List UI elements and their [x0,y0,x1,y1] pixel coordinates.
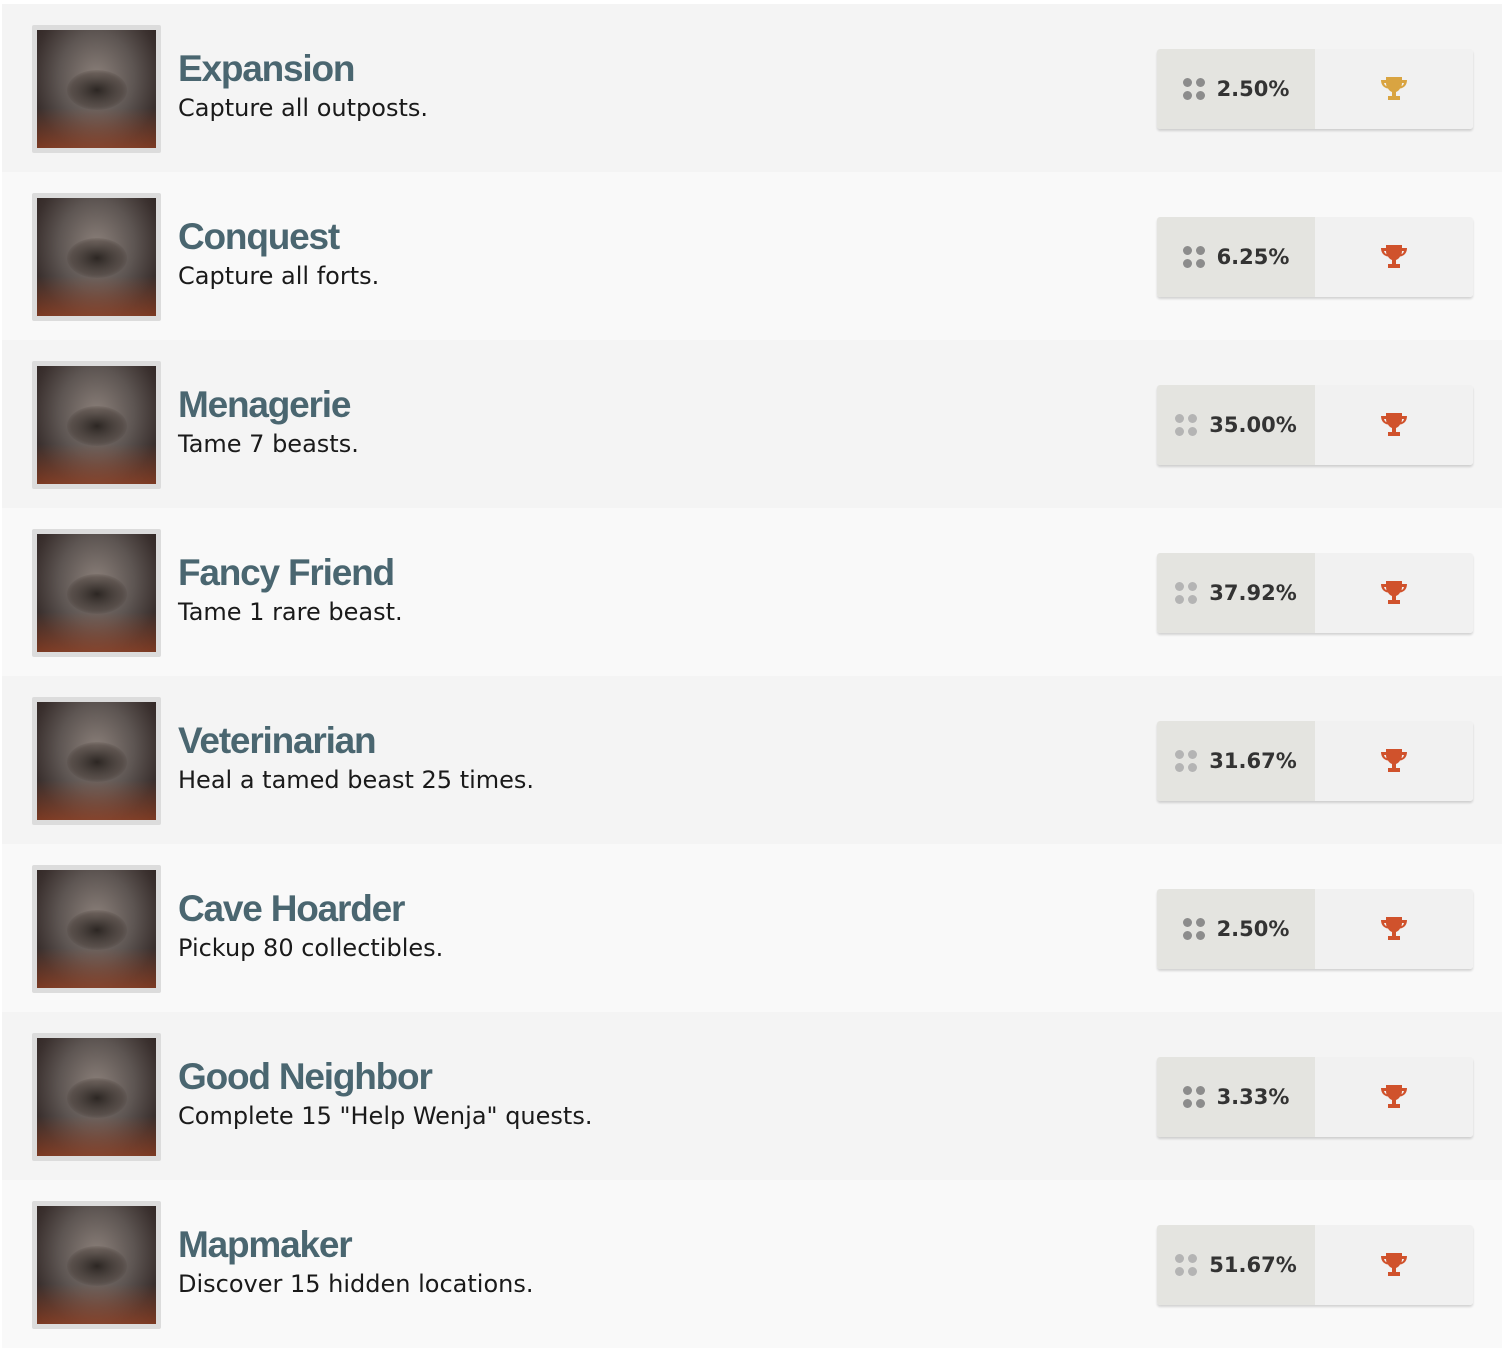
achievement-row[interactable]: Veterinarian Heal a tamed beast 25 times… [2,676,1502,844]
trophy-bronze-icon [1381,749,1407,772]
rarity-percent-box: 35.00% [1157,385,1315,465]
rarity-percent-box: 37.92% [1157,553,1315,633]
trophy-bronze-icon [1381,413,1407,436]
achievement-stat: 3.33% [1157,1057,1473,1137]
rarity-dots-icon [1175,750,1198,772]
achievement-row[interactable]: Fancy Friend Tame 1 rare beast. 37.92% [2,508,1502,676]
rarity-percent-box: 3.33% [1157,1057,1315,1137]
achievement-row[interactable]: Conquest Capture all forts. 6.25% [2,172,1502,340]
achievement-description: Discover 15 hidden locations. [178,1270,534,1298]
achievement-image [32,25,161,153]
achievement-title[interactable]: Mapmaker [178,1224,353,1266]
achievement-stat: 2.50% [1157,49,1473,129]
trophy-box [1315,889,1473,969]
rarity-percent-box: 51.67% [1157,1225,1315,1305]
trophy-box [1315,1225,1473,1305]
achievement-image [32,1033,161,1161]
rarity-percent: 3.33% [1216,1085,1290,1109]
achievement-image [32,193,161,321]
achievement-stat: 6.25% [1157,217,1473,297]
rarity-dots-icon [1182,78,1205,100]
achievement-image [32,865,161,993]
achievement-description: Tame 7 beasts. [178,430,359,458]
rarity-percent: 35.00% [1209,413,1297,437]
trophy-bronze-icon [1381,245,1407,268]
achievement-list: Expansion Capture all outposts. 2.50% Co… [0,4,1504,1348]
achievement-title[interactable]: Good Neighbor [178,1056,433,1098]
rarity-percent: 6.25% [1216,245,1290,269]
achievement-title[interactable]: Conquest [178,216,340,258]
rarity-percent: 2.50% [1216,917,1290,941]
trophy-gold-icon [1381,77,1407,100]
rarity-percent: 2.50% [1216,77,1290,101]
achievement-title[interactable]: Expansion [178,48,355,90]
rarity-percent: 37.92% [1209,581,1297,605]
achievement-row[interactable]: Mapmaker Discover 15 hidden locations. 5… [2,1180,1502,1348]
rarity-dots-icon [1175,414,1198,436]
achievement-title[interactable]: Veterinarian [178,720,377,762]
achievement-image [32,1201,161,1329]
rarity-dots-icon [1182,1086,1205,1108]
achievement-stat: 31.67% [1157,721,1473,801]
trophy-bronze-icon [1381,1085,1407,1108]
achievement-image [32,361,161,489]
achievement-row[interactable]: Expansion Capture all outposts. 2.50% [2,4,1502,172]
achievement-image [32,697,161,825]
rarity-percent-box: 6.25% [1157,217,1315,297]
achievement-row[interactable]: Cave Hoarder Pickup 80 collectibles. 2.5… [2,844,1502,1012]
achievement-description: Capture all outposts. [178,94,428,122]
achievement-row[interactable]: Good Neighbor Complete 15 "Help Wenja" q… [2,1012,1502,1180]
rarity-dots-icon [1182,918,1205,940]
achievement-description: Tame 1 rare beast. [178,598,403,626]
achievement-title[interactable]: Cave Hoarder [178,888,405,930]
trophy-box [1315,553,1473,633]
trophy-box [1315,49,1473,129]
achievement-description: Heal a tamed beast 25 times. [178,766,535,794]
achievement-title[interactable]: Menagerie [178,384,351,426]
rarity-percent-box: 31.67% [1157,721,1315,801]
achievement-image [32,529,161,657]
rarity-dots-icon [1182,246,1205,268]
trophy-box [1315,1057,1473,1137]
achievement-row[interactable]: Menagerie Tame 7 beasts. 35.00% [2,340,1502,508]
achievement-description: Capture all forts. [178,262,380,290]
trophy-box [1315,217,1473,297]
trophy-box [1315,385,1473,465]
trophy-bronze-icon [1381,581,1407,604]
rarity-dots-icon [1175,582,1198,604]
achievement-description: Complete 15 "Help Wenja" quests. [178,1102,593,1130]
trophy-bronze-icon [1381,1253,1407,1276]
rarity-percent: 51.67% [1209,1253,1297,1277]
achievement-stat: 37.92% [1157,553,1473,633]
achievement-stat: 2.50% [1157,889,1473,969]
rarity-percent-box: 2.50% [1157,889,1315,969]
rarity-percent-box: 2.50% [1157,49,1315,129]
trophy-bronze-icon [1381,917,1407,940]
rarity-dots-icon [1175,1254,1198,1276]
rarity-percent: 31.67% [1209,749,1297,773]
trophy-box [1315,721,1473,801]
achievement-stat: 35.00% [1157,385,1473,465]
achievement-stat: 51.67% [1157,1225,1473,1305]
achievement-title[interactable]: Fancy Friend [178,552,395,594]
achievement-description: Pickup 80 collectibles. [178,934,444,962]
